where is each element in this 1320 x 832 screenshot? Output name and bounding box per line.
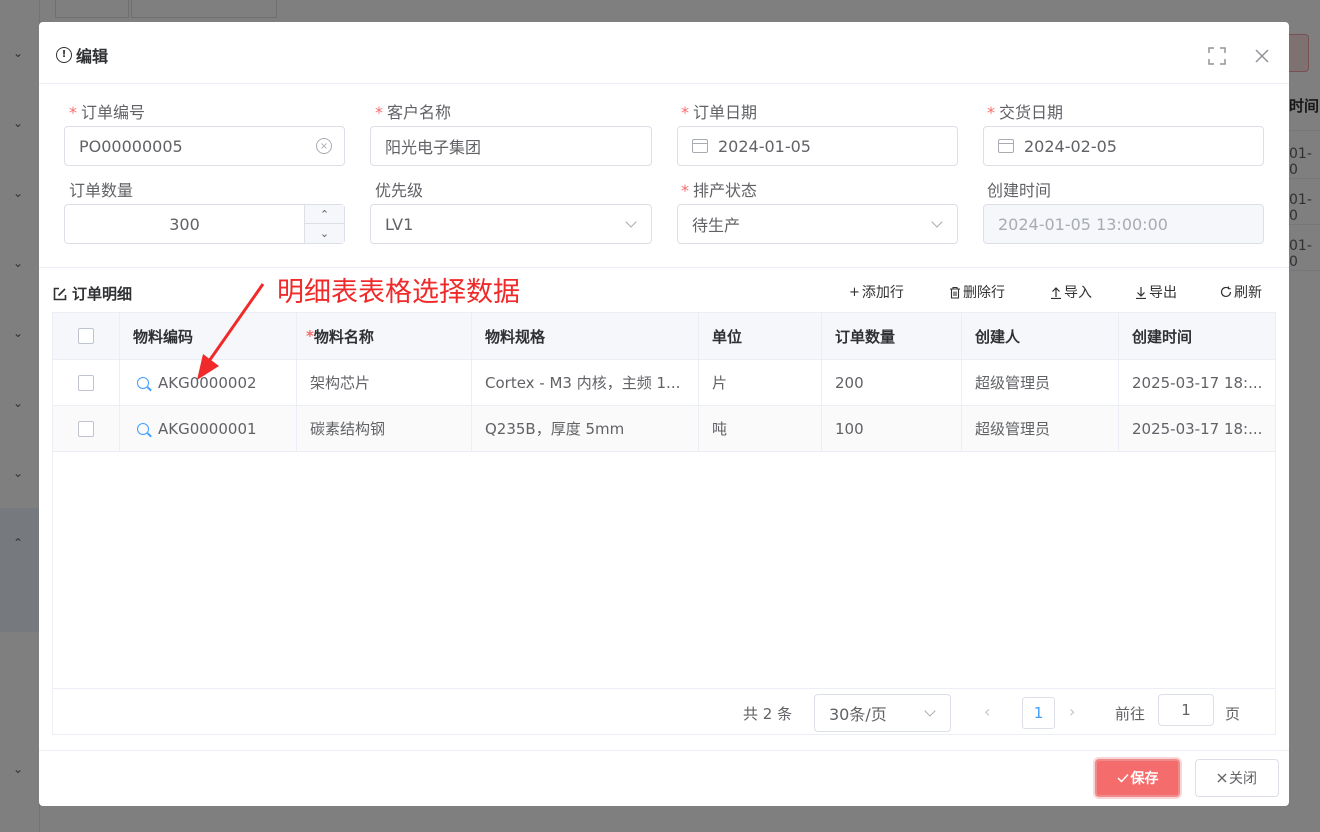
page-size-value: 30条/页 xyxy=(829,705,887,724)
customer-value: 阳光电子集团 xyxy=(385,138,482,157)
chevron-down-icon xyxy=(931,216,943,228)
order-date-picker[interactable]: 2024-01-05 xyxy=(677,126,958,166)
unit-cell: 吨 xyxy=(699,406,822,451)
save-button[interactable]: 保存 xyxy=(1095,759,1180,797)
page-size-select[interactable]: 30条/页 xyxy=(814,694,951,732)
quantity-label: 订单数量 xyxy=(69,181,134,200)
created-time-cell: 2025-03-17 18:... xyxy=(1119,360,1276,405)
row-checkbox[interactable] xyxy=(78,420,94,437)
clear-icon[interactable]: × xyxy=(316,138,332,154)
row-checkbox-cell xyxy=(53,406,120,451)
fullscreen-icon[interactable] xyxy=(1208,47,1226,65)
calendar-icon xyxy=(692,139,708,153)
row-checkbox-cell xyxy=(53,360,120,405)
footer-divider xyxy=(39,750,1289,751)
refresh-icon xyxy=(1220,286,1232,298)
delivery-date-picker[interactable]: 2024-02-05 xyxy=(983,126,1264,166)
column-header[interactable]: 订单数量 xyxy=(822,313,962,359)
order-no-label: * 订单编号 xyxy=(69,103,146,122)
quantity-value: 300 xyxy=(169,214,200,234)
calendar-icon xyxy=(998,139,1014,153)
created-at-label: 创建时间 xyxy=(987,181,1052,200)
column-header[interactable]: 物料规格 xyxy=(472,313,699,359)
check-icon xyxy=(1116,773,1129,783)
order-date-value: 2024-01-05 xyxy=(718,136,811,156)
pagination: 共 2 条 30条/页 ‹ 1 › 前往 1 页 xyxy=(52,688,1276,734)
search-icon[interactable] xyxy=(137,376,149,389)
material-spec-cell: Q235B，厚度 5mm xyxy=(472,406,699,451)
created-time-cell: 2025-03-17 18:... xyxy=(1119,406,1276,451)
detail-title-text: 订单明细 xyxy=(72,285,133,303)
order-date-label: * 订单日期 xyxy=(681,103,758,122)
close-icon xyxy=(1217,773,1227,783)
plus-icon: + xyxy=(849,284,860,300)
next-page-button[interactable]: › xyxy=(1069,702,1083,721)
chevron-down-icon xyxy=(625,216,637,228)
delete-row-button[interactable]: 删除行 xyxy=(949,282,1005,302)
annotation-text: 明细表表格选择数据 xyxy=(277,277,520,308)
select-all-checkbox[interactable] xyxy=(78,328,94,344)
close-icon[interactable] xyxy=(1253,47,1271,65)
schedule-status-label: * 排产状态 xyxy=(681,181,758,200)
material-code-cell[interactable]: AKG0000001 xyxy=(120,406,297,451)
trash-icon xyxy=(950,286,960,299)
add-row-button[interactable]: + 添加行 xyxy=(849,282,904,302)
dialog-title-text: 编辑 xyxy=(76,47,109,66)
section-divider xyxy=(39,267,1289,268)
delivery-date-value: 2024-02-05 xyxy=(1024,136,1117,156)
export-button[interactable]: 导出 xyxy=(1135,282,1177,302)
edit-icon xyxy=(53,287,67,300)
page-number-button[interactable]: 1 xyxy=(1022,697,1055,729)
column-header[interactable]: 单位 xyxy=(699,313,822,359)
header-checkbox-cell xyxy=(53,313,120,359)
quantity-cell: 100 xyxy=(822,406,962,451)
chevron-down-icon xyxy=(924,705,936,717)
edit-dialog: ! 编辑 * 订单编号 * 客户名称 * 订单日期 * 交货日期 PO00000005 … xyxy=(39,22,1289,806)
schedule-status-select[interactable]: 待生产 xyxy=(677,204,958,244)
prev-page-button[interactable]: ‹ xyxy=(984,702,998,721)
created-at-value: 2024-01-05 13:00:00 xyxy=(998,214,1168,234)
creator-cell: 超级管理员 xyxy=(962,406,1119,451)
column-header[interactable]: * 物料名称 xyxy=(297,313,472,359)
refresh-button[interactable]: 刷新 xyxy=(1220,282,1262,302)
schedule-status-value: 待生产 xyxy=(692,216,741,235)
info-icon: ! xyxy=(56,47,72,63)
priority-label: 优先级 xyxy=(375,181,424,200)
order-no-input[interactable]: PO00000005 × xyxy=(64,126,345,166)
customer-input[interactable]: 阳光电子集团 xyxy=(370,126,652,166)
goto-label: 前往 xyxy=(1115,705,1146,723)
search-icon[interactable] xyxy=(137,422,149,435)
goto-page-input[interactable]: 1 xyxy=(1158,694,1214,726)
upload-icon xyxy=(1051,286,1061,299)
chevron-down-icon[interactable]: ⌄ xyxy=(305,224,344,243)
order-no-value: PO00000005 xyxy=(79,136,183,156)
pagination-total: 共 2 条 xyxy=(743,705,793,723)
goto-suffix: 页 xyxy=(1225,705,1241,723)
annotation-arrow xyxy=(197,283,265,380)
dialog-header: ! 编辑 xyxy=(39,22,1289,84)
import-button[interactable]: 导入 xyxy=(1050,282,1092,302)
material-spec-cell: Cortex - M3 内核，主频 1... xyxy=(472,360,699,405)
column-header[interactable]: 创建人 xyxy=(962,313,1119,359)
download-icon xyxy=(1136,286,1146,299)
priority-select[interactable]: LV1 xyxy=(370,204,652,244)
stepper-buttons: ⌃ ⌄ xyxy=(304,205,344,243)
customer-label: * 客户名称 xyxy=(375,103,452,122)
close-button[interactable]: 关闭 xyxy=(1195,759,1279,797)
priority-value: LV1 xyxy=(385,214,414,234)
material-name-cell: 架构芯片 xyxy=(297,360,472,405)
table-row[interactable]: AKG0000001 碳素结构钢 Q235B，厚度 5mm 吨 100 超级管理… xyxy=(53,406,1276,452)
row-checkbox[interactable] xyxy=(78,374,94,391)
creator-cell: 超级管理员 xyxy=(962,360,1119,405)
column-header[interactable]: 创建时间 xyxy=(1119,313,1276,359)
quantity-cell: 200 xyxy=(822,360,962,405)
unit-cell: 片 xyxy=(699,360,822,405)
quantity-stepper[interactable]: 300 ⌃ ⌄ xyxy=(64,204,345,244)
material-name-cell: 碳素结构钢 xyxy=(297,406,472,451)
created-at-input: 2024-01-05 13:00:00 xyxy=(983,204,1264,244)
detail-section-title: 订单明细 xyxy=(53,283,132,304)
chevron-up-icon[interactable]: ⌃ xyxy=(305,205,344,224)
delivery-date-label: * 交货日期 xyxy=(987,103,1064,122)
dialog-title: ! 编辑 xyxy=(56,43,108,67)
